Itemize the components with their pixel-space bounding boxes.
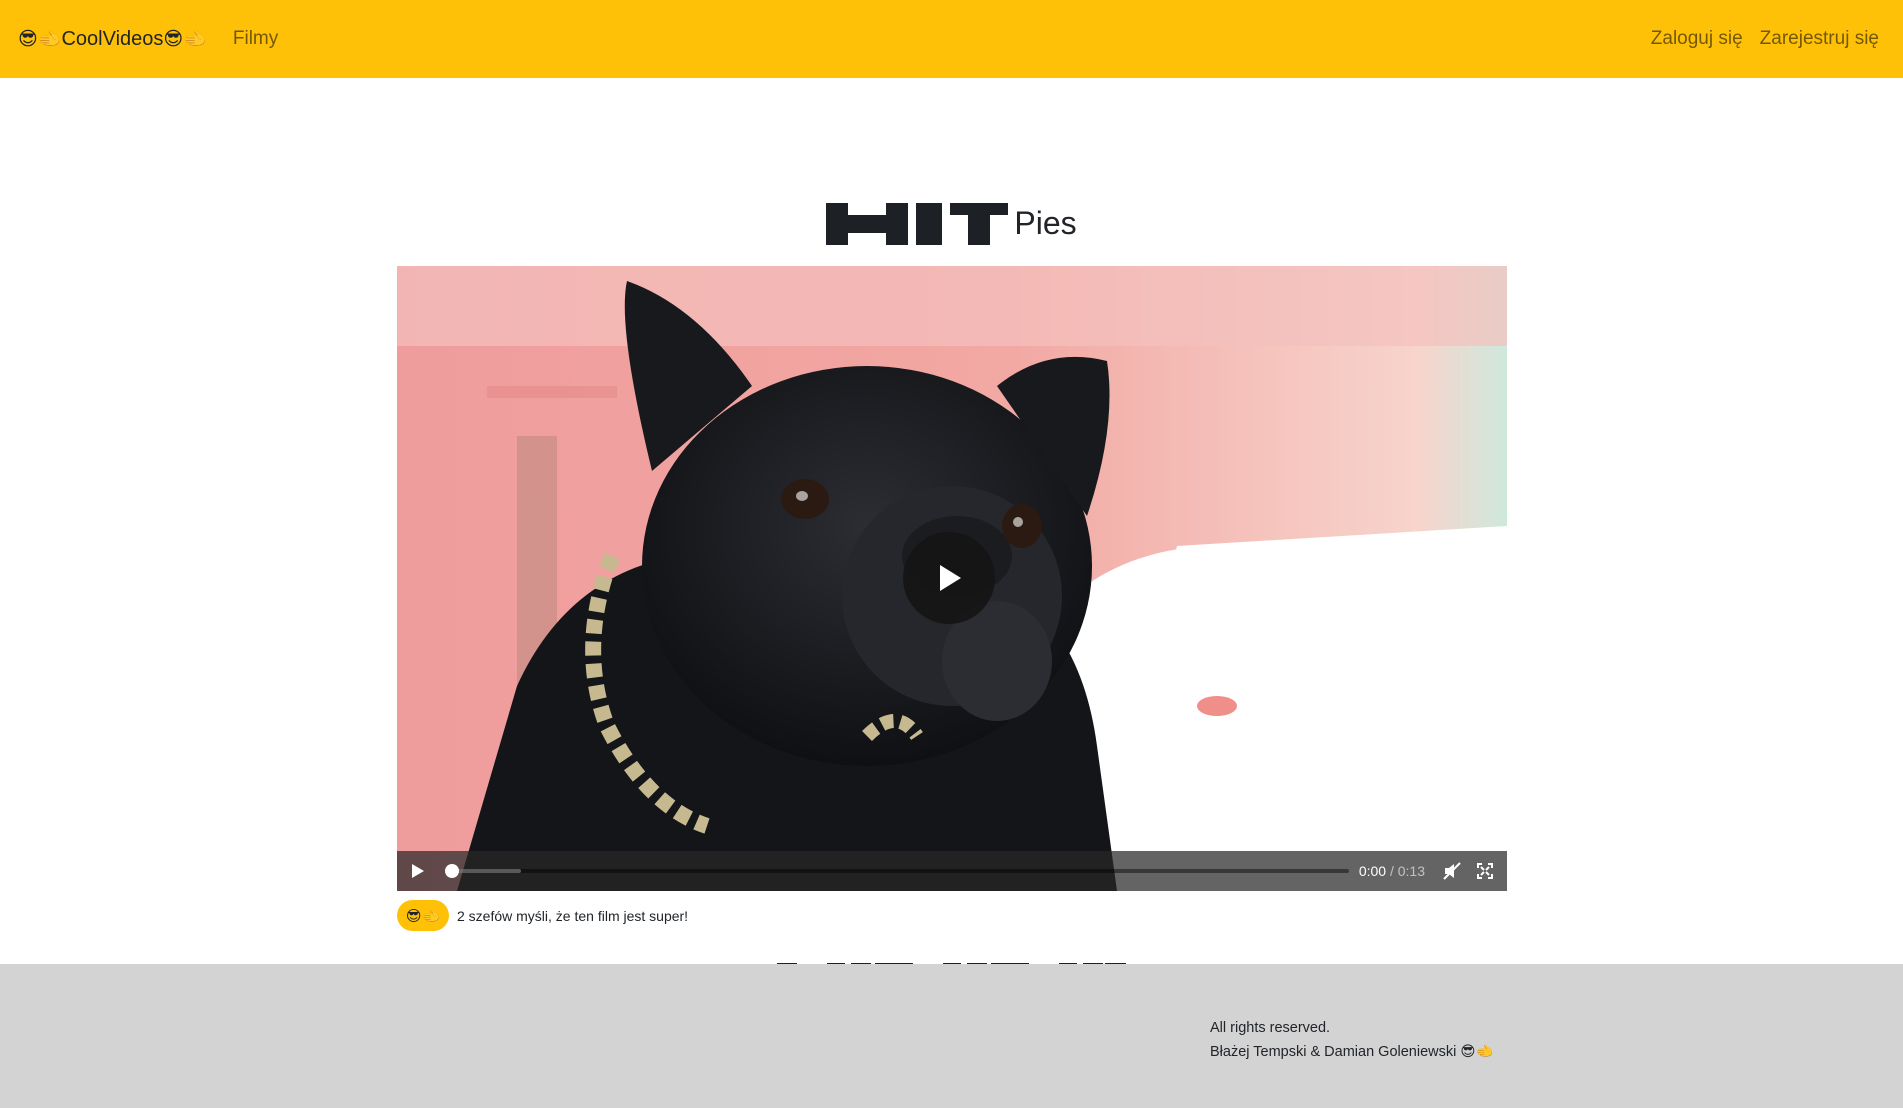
player-controls: 0:00 / 0:13	[397, 851, 1507, 891]
video-title: Pies	[1014, 204, 1077, 241]
current-time: 0:00	[1358, 863, 1387, 879]
seek-handle[interactable]	[445, 864, 459, 878]
main-content: Pies 0:00 / 0:13 😎🫲 2 szefów myśli, że t…	[0, 78, 1903, 986]
muted-speaker-icon	[1443, 862, 1461, 880]
play-toggle-button[interactable]	[397, 851, 437, 891]
seek-bar[interactable]	[445, 864, 1349, 878]
buffered-bar	[449, 869, 521, 873]
register-link[interactable]: Zarejestruj się	[1760, 28, 1879, 50]
nav-link-filmy[interactable]: Filmy	[233, 28, 278, 50]
footer-rights: All rights reserved.	[1210, 1020, 1331, 1036]
page-footer: All rights reserved. Błażej Tempski & Da…	[0, 964, 1903, 1108]
mute-button[interactable]	[1437, 851, 1467, 891]
video-player[interactable]: 0:00 / 0:13	[397, 266, 1507, 891]
brand-link[interactable]: 😎🫲 CoolVideos 😎🫲	[18, 28, 207, 51]
play-icon	[412, 864, 424, 878]
big-play-button[interactable]	[903, 532, 995, 624]
login-link[interactable]: Zaloguj się	[1651, 28, 1743, 50]
brand-prefix-emoji: 😎🫲	[18, 28, 62, 50]
footer-text: All rights reserved. Błażej Tempski & Da…	[1210, 1016, 1494, 1064]
time-display: 0:00 / 0:13	[1359, 863, 1425, 879]
likes-count-text: 2 szefów myśli, że ten film jest super!	[457, 907, 689, 924]
brand-name: CoolVideos	[61, 27, 164, 50]
like-button[interactable]: 😎🫲	[397, 900, 449, 931]
time-separator: /	[1386, 863, 1398, 879]
likes-row: 😎🫲 2 szefów myśli, że ten film jest supe…	[397, 900, 688, 931]
brand-suffix-emoji: 😎🫲	[163, 28, 207, 50]
play-icon	[940, 565, 961, 591]
video-title-row: Pies	[0, 203, 1903, 245]
hit-logo	[826, 203, 1009, 245]
footer-authors: Błażej Tempski & Damian Goleniewski 😎🫲	[1210, 1044, 1494, 1060]
top-navbar: 😎🫲 CoolVideos 😎🫲 Filmy Zaloguj się Zarej…	[0, 0, 1903, 78]
navbar-left: 😎🫲 CoolVideos 😎🫲 Filmy	[18, 28, 278, 51]
navbar-right: Zaloguj się Zarejestruj się	[1634, 28, 1879, 50]
fullscreen-button[interactable]	[1467, 851, 1503, 891]
fullscreen-icon	[1477, 863, 1493, 879]
duration: 0:13	[1397, 863, 1425, 879]
